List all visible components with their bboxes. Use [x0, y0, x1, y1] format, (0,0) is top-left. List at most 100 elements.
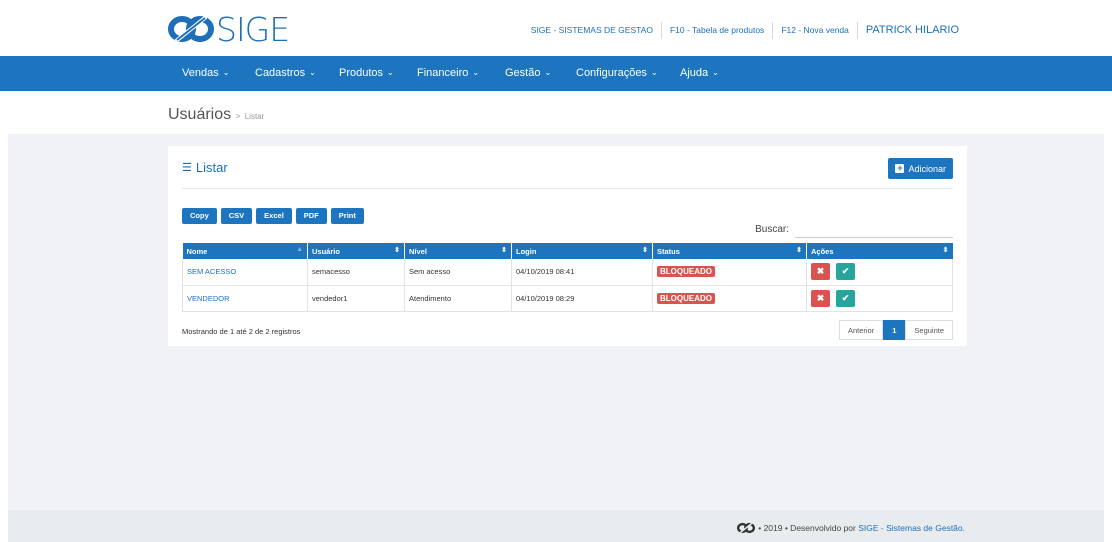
sige-logo-icon: [168, 15, 214, 43]
col-label: Nível: [409, 246, 427, 256]
status-badge: BLOQUEADO: [657, 292, 715, 304]
f12-new-sale-link[interactable]: F12 - Nova venda: [772, 22, 857, 39]
chevron-down-icon: ⌄: [387, 68, 394, 77]
search-label: Buscar:: [755, 223, 789, 235]
close-icon: ✖: [816, 266, 825, 277]
table-info: Mostrando de 1 até 2 de 2 registros: [182, 327, 301, 336]
sort-icon: ⬍: [394, 247, 400, 254]
col-login[interactable]: Login ⬍: [511, 243, 653, 259]
col-nome[interactable]: Nome ▲: [182, 243, 308, 259]
footer-prefix: • 2019 • Desenvolvido por: [758, 523, 856, 533]
search-input[interactable]: [795, 220, 953, 238]
chevron-down-icon: ⌄: [222, 68, 230, 77]
col-status[interactable]: Status ⬍: [652, 243, 807, 259]
company-link[interactable]: SIGE - SISTEMAS DE GESTAO: [523, 22, 661, 39]
cell-actions: ✖ ✔: [806, 285, 953, 312]
col-label: Nome: [186, 246, 208, 256]
chevron-down-icon: ⌄: [712, 68, 719, 77]
delete-button[interactable]: ✖: [811, 289, 830, 307]
sige-logo[interactable]: SIGE: [168, 10, 290, 49]
f10-products-link[interactable]: F10 - Tabela de produtos: [660, 22, 772, 39]
print-button[interactable]: Print: [330, 208, 364, 224]
chevron-down-icon: ⌄: [650, 68, 658, 77]
add-button-label: Adicionar: [908, 163, 946, 174]
sort-icon: ⬍: [942, 247, 949, 254]
sort-icon: ⬍: [501, 247, 507, 254]
sort-icon: ⬍: [796, 247, 802, 254]
check-icon: ✔: [841, 292, 850, 303]
footer-link[interactable]: SIGE - Sistemas de Gestão.: [858, 523, 965, 533]
users-table: Nome ▲ Usuário ⬍ Nível ⬍ Login ⬍ Status ⬍ Açõ…: [182, 243, 953, 312]
cell-login: 04/10/2019 08:29: [511, 285, 653, 312]
nav-ajuda[interactable]: Ajuda ⌄: [680, 56, 719, 91]
nav-vendas[interactable]: Vendas ⌄: [182, 56, 229, 91]
chevron-down-icon: ⌄: [309, 68, 316, 77]
nav-financeiro[interactable]: Financeiro ⌄: [417, 56, 479, 91]
nav-produtos[interactable]: Produtos ⌄: [339, 56, 394, 91]
pdf-button[interactable]: PDF: [295, 208, 327, 224]
main-nav: Vendas ⌄ Cadastros ⌄ Produtos ⌄ Financeiro ⌄…: [0, 56, 1112, 91]
col-acoes[interactable]: Ações ⬍: [806, 243, 953, 259]
table-header-row: Nome ▲ Usuário ⬍ Nível ⬍ Login ⬍ Status ⬍ Açõ…: [182, 243, 953, 259]
col-label: Status: [657, 246, 680, 256]
approve-button[interactable]: ✔: [836, 263, 855, 281]
user-menu[interactable]: PATRICK HILARIO: [856, 22, 967, 39]
search-box: Buscar:: [755, 220, 953, 238]
footer-text: • 2019 • Desenvolvido por SIGE - Sistema…: [737, 522, 965, 534]
cell-actions: ✖ ✔: [806, 259, 953, 286]
breadcrumb-separator: >: [235, 112, 241, 121]
breadcrumb-title: Usuários: [168, 106, 232, 123]
delete-button[interactable]: ✖: [811, 263, 830, 281]
nav-label: Ajuda: [680, 67, 709, 79]
sort-icon: ⬍: [642, 247, 648, 254]
csv-button[interactable]: CSV: [220, 208, 253, 224]
chevron-down-icon: ⌄: [472, 68, 480, 77]
excel-button[interactable]: Excel: [256, 208, 292, 224]
page-1-button[interactable]: 1: [883, 320, 906, 340]
prev-page-button[interactable]: Anterior: [838, 320, 884, 340]
top-links: SIGE - SISTEMAS DE GESTAO F10 - Tabela d…: [523, 22, 967, 39]
breadcrumb-current: Listar: [244, 112, 265, 121]
plus-icon: +: [895, 163, 905, 173]
nav-configuracoes[interactable]: Configurações ⌄: [576, 56, 658, 91]
status-badge: BLOQUEADO: [657, 266, 715, 278]
nav-label: Vendas: [182, 67, 219, 79]
col-label: Login: [516, 246, 537, 256]
cell-status: BLOQUEADO: [652, 285, 807, 312]
user-name-link[interactable]: VENDEDOR: [182, 285, 308, 312]
close-icon: ✖: [816, 292, 825, 303]
chevron-down-icon: ⌄: [544, 68, 552, 77]
footer: • 2019 • Desenvolvido por SIGE - Sistema…: [8, 510, 1104, 542]
list-panel: ☰ Listar + Adicionar Copy CSV Excel PDF …: [168, 146, 967, 346]
col-usuario[interactable]: Usuário ⬍: [307, 243, 405, 259]
panel-title-text: Listar: [195, 160, 228, 175]
approve-button[interactable]: ✔: [836, 289, 855, 307]
user-name-link[interactable]: SEM ACESSO: [182, 259, 308, 286]
cell-status: BLOQUEADO: [652, 259, 807, 286]
divider: [182, 188, 953, 189]
sort-asc-icon: ▲: [296, 246, 303, 253]
check-icon: ✔: [841, 266, 850, 277]
cell-nivel: Atendimento: [404, 285, 512, 312]
col-nivel[interactable]: Nível ⬍: [404, 243, 512, 259]
col-label: Usuário: [312, 246, 340, 256]
cell-nivel: Sem acesso: [404, 259, 512, 286]
nav-cadastros[interactable]: Cadastros ⌄: [255, 56, 316, 91]
nav-gestao[interactable]: Gestão ⌄: [505, 56, 551, 91]
list-icon: ☰: [182, 162, 192, 174]
top-bar: SIGE SIGE - SISTEMAS DE GESTAO F10 - Tab…: [0, 0, 1112, 56]
table-row: VENDEDOR vendedor1 Atendimento 04/10/201…: [182, 285, 953, 312]
cell-login: 04/10/2019 08:41: [511, 259, 653, 286]
next-page-button[interactable]: Seguinte: [905, 320, 953, 340]
export-buttons: Copy CSV Excel PDF Print: [182, 208, 364, 224]
pagination: Anterior 1 Seguinte: [838, 320, 953, 340]
col-label: Ações: [811, 246, 834, 256]
table-row: SEM ACESSO semacesso Sem acesso 04/10/20…: [182, 259, 953, 286]
nav-label: Configurações: [576, 67, 647, 79]
copy-button[interactable]: Copy: [182, 208, 217, 224]
cell-usuario: semacesso: [307, 259, 405, 286]
add-button[interactable]: + Adicionar: [888, 158, 953, 179]
panel-title: ☰ Listar: [182, 160, 228, 175]
nav-label: Produtos: [339, 67, 384, 79]
nav-label: Cadastros: [255, 67, 306, 79]
